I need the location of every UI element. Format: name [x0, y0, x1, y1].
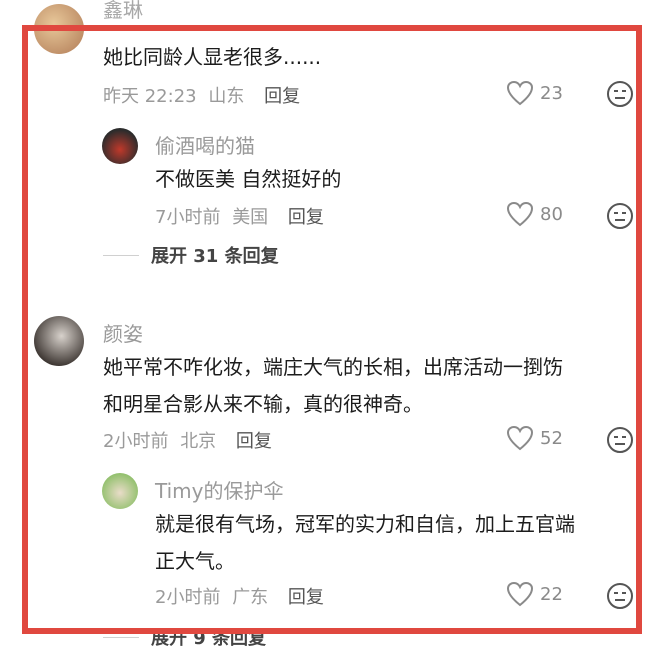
dislike-button[interactable]: [606, 202, 634, 234]
dislike-face-icon: [607, 583, 633, 609]
comment-time: 2小时前: [103, 431, 169, 452]
avatar[interactable]: [102, 128, 138, 164]
heart-outline-icon: [506, 425, 534, 451]
comment-text-line: 和明星合影从来不输，真的很神奇。: [103, 392, 423, 416]
reply-time: 7小时前: [155, 207, 221, 228]
reply-button[interactable]: 回复: [288, 207, 324, 228]
like-count: 80: [540, 203, 563, 225]
like-count: 23: [540, 82, 563, 104]
divider: [103, 636, 139, 638]
reply-location: 美国: [232, 207, 269, 228]
comment-location: 山东: [208, 86, 245, 107]
like-button[interactable]: 22: [506, 581, 563, 607]
expand-label: 展开 31 条回复: [151, 246, 279, 267]
avatar[interactable]: [34, 4, 84, 54]
comment-time: 昨天 22:23: [103, 86, 197, 107]
comment-text: 她比同龄人显老很多......: [103, 45, 322, 69]
reply-location: 广东: [232, 587, 269, 608]
like-button[interactable]: 52: [506, 425, 563, 451]
comment-author[interactable]: 颜姿: [103, 318, 143, 347]
dislike-face-icon: [607, 81, 633, 107]
comment-text-line: 她平常不咋化妆，端庄大气的长相，出席活动一捯饬: [103, 355, 563, 379]
like-count: 52: [540, 427, 563, 449]
expand-replies-button[interactable]: 展开 31 条回复: [103, 242, 279, 268]
reply-author[interactable]: 偷酒喝的猫: [155, 130, 255, 159]
expand-replies-button[interactable]: 展开 9 条回复: [103, 624, 266, 650]
avatar[interactable]: [102, 473, 138, 509]
reply-text-line: 正大气。: [155, 549, 235, 573]
reply-meta: 2小时前 广东 回复: [155, 583, 324, 609]
reply-time: 2小时前: [155, 587, 221, 608]
reply-button[interactable]: 回复: [236, 431, 272, 452]
dislike-button[interactable]: [606, 426, 634, 458]
reply-author[interactable]: Timy的保护伞: [155, 475, 283, 504]
dislike-face-icon: [607, 427, 633, 453]
dislike-button[interactable]: [606, 80, 634, 112]
reply-button[interactable]: 回复: [264, 86, 300, 107]
comment-location: 北京: [180, 431, 217, 452]
reply-text: 不做医美 自然挺好的: [155, 167, 342, 191]
dislike-button[interactable]: [606, 582, 634, 614]
like-button[interactable]: 80: [506, 201, 563, 227]
expand-label: 展开 9 条回复: [151, 628, 267, 649]
reply-button[interactable]: 回复: [288, 587, 324, 608]
heart-outline-icon: [506, 201, 534, 227]
like-count: 22: [540, 583, 563, 605]
like-button[interactable]: 23: [506, 80, 563, 106]
comment-meta: 2小时前 北京 回复: [103, 427, 272, 453]
heart-outline-icon: [506, 80, 534, 106]
divider: [103, 254, 139, 256]
comment-author[interactable]: 鑫琳: [103, 0, 143, 23]
reply-meta: 7小时前 美国 回复: [155, 203, 324, 229]
heart-outline-icon: [506, 581, 534, 607]
reply-text-line: 就是很有气场，冠军的实力和自信，加上五官端: [155, 512, 575, 536]
avatar[interactable]: [34, 316, 84, 366]
comment-meta: 昨天 22:23 山东 回复: [103, 82, 300, 108]
dislike-face-icon: [607, 203, 633, 229]
